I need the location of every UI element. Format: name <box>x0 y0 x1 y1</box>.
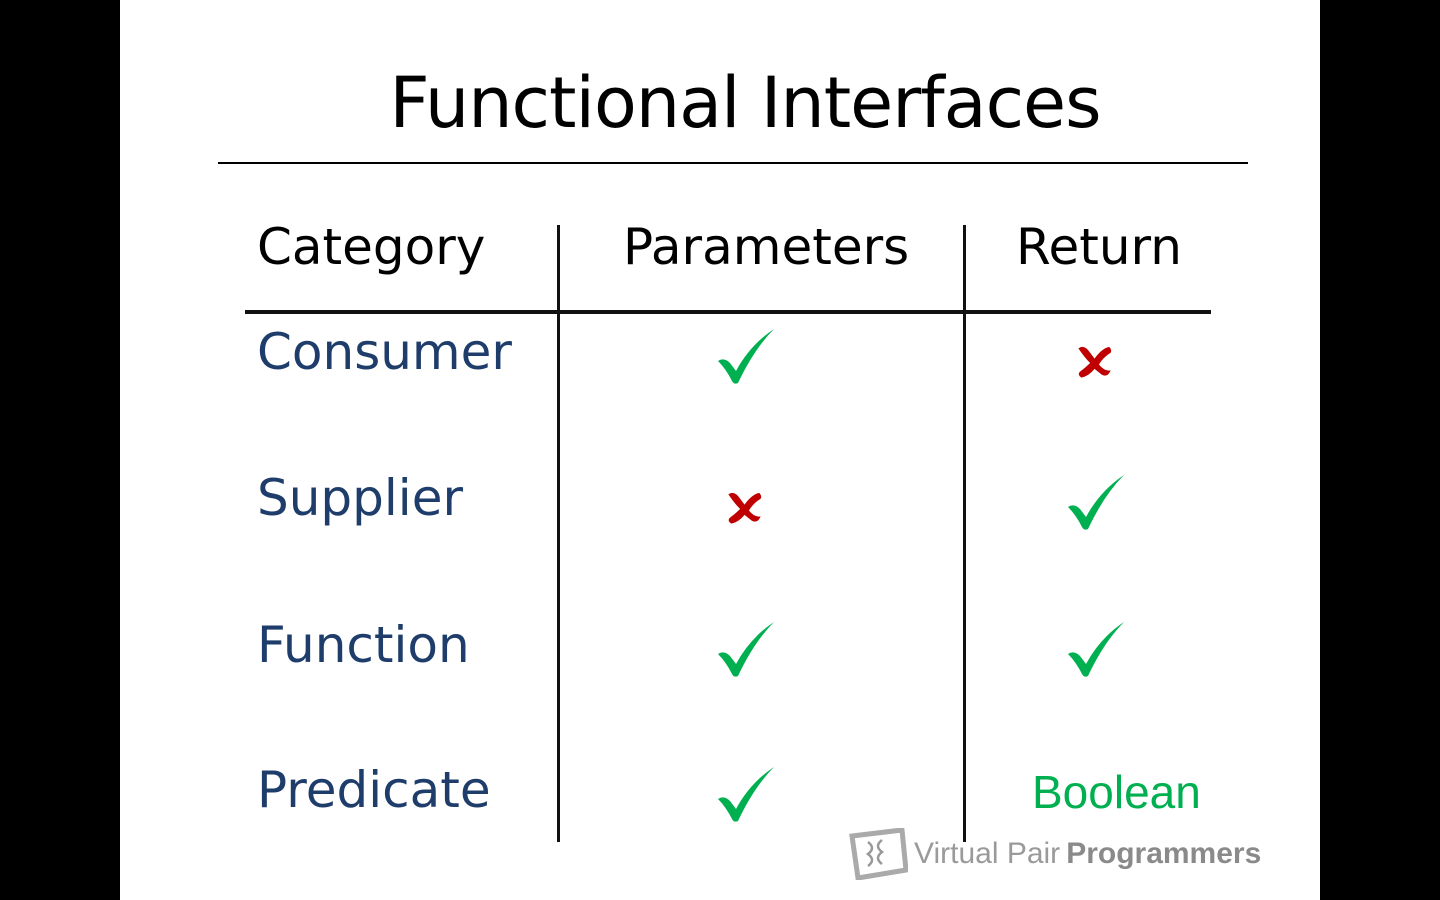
column-divider-2 <box>963 225 966 842</box>
title-divider <box>218 162 1248 164</box>
slide-title: Functional Interfaces <box>389 62 1101 144</box>
header-category: Category <box>257 218 486 276</box>
return-value-text: Boolean <box>1032 766 1201 818</box>
category-consumer: Consumer <box>257 323 512 381</box>
category-function: Function <box>257 616 470 674</box>
check-icon <box>1066 620 1126 684</box>
header-parameters: Parameters <box>623 218 910 276</box>
header-divider <box>245 310 1211 314</box>
cross-icon <box>1074 341 1118 389</box>
vpp-logo-icon <box>849 828 908 880</box>
category-supplier: Supplier <box>257 469 464 527</box>
watermark-light: Virtual Pair <box>914 837 1061 870</box>
column-divider-1 <box>557 225 560 842</box>
category-predicate: Predicate <box>257 761 491 819</box>
header-return: Return <box>1016 218 1182 276</box>
check-icon <box>1066 473 1126 537</box>
slide: Functional Interfaces Category Parameter… <box>120 0 1320 900</box>
check-icon <box>716 620 776 684</box>
cross-icon <box>724 487 768 535</box>
check-icon <box>716 765 776 829</box>
watermark-logo: Virtual Pair Programmers <box>848 828 1261 880</box>
check-icon <box>716 327 776 391</box>
watermark-bold: Programmers <box>1066 837 1262 870</box>
